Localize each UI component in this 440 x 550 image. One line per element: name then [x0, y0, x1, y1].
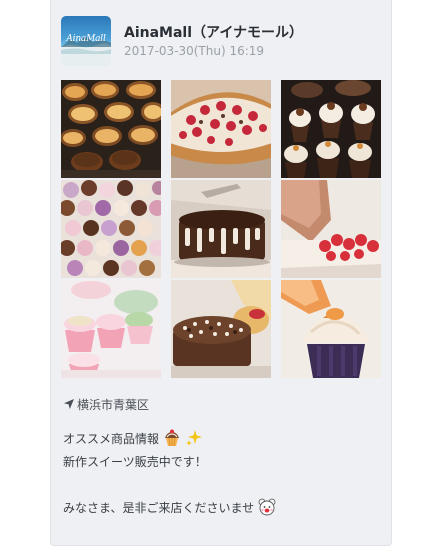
timeline-post-card: AinaMall AinaMall（アイナモール） 2017-03-30(Thu… — [50, 0, 392, 546]
post-line-text: オススメ商品情報 — [63, 432, 160, 446]
photo-berry-tart[interactable] — [171, 80, 271, 178]
photo-pastel-cupcakes[interactable] — [61, 280, 161, 378]
photo-chocolate-drip-cake[interactable] — [171, 180, 271, 278]
location-arrow-icon — [64, 399, 74, 409]
post-line-spacer — [63, 474, 381, 497]
photo-cream-swirl-cupcake[interactable] — [281, 280, 381, 378]
photo-grid — [61, 80, 383, 380]
photo-chocolate-cupcakes[interactable] — [281, 80, 381, 178]
post-line-text: みなさま、是非ご来店くださいませ — [63, 501, 255, 515]
post-line-recommended: オススメ商品情報 — [63, 428, 381, 451]
post-line-new-sweets: 新作スイーツ販売中です！ — [63, 455, 207, 469]
photo-cream-piping-berries[interactable] — [281, 180, 381, 278]
avatar-logo-text: AinaMall — [66, 34, 106, 44]
cupcake-emoji-icon — [165, 429, 180, 447]
post-header: AinaMall AinaMall（アイナモール） 2017-03-30(Thu… — [61, 16, 381, 68]
sparkle-emoji-icon — [186, 430, 203, 446]
bear-emoji-icon — [258, 498, 276, 516]
post-line-visit: みなさま、是非ご来店くださいませ — [63, 497, 381, 520]
photo-cupcake-assortment[interactable] — [61, 180, 161, 278]
location-label: 横浜市青葉区 — [77, 398, 150, 412]
post-location[interactable]: 横浜市青葉区 — [63, 396, 149, 413]
photo-muffins[interactable] — [61, 80, 161, 178]
avatar[interactable]: AinaMall — [61, 16, 111, 66]
post-body: オススメ商品情報 新作スイーツ販売中です！ みなさま、是非ご来店くださいませ — [63, 428, 381, 520]
photo-chocolate-layer-cake[interactable] — [171, 280, 271, 378]
post-author-name[interactable]: AinaMall（アイナモール） — [124, 22, 303, 42]
post-timestamp: 2017-03-30(Thu) 16:19 — [124, 44, 265, 58]
